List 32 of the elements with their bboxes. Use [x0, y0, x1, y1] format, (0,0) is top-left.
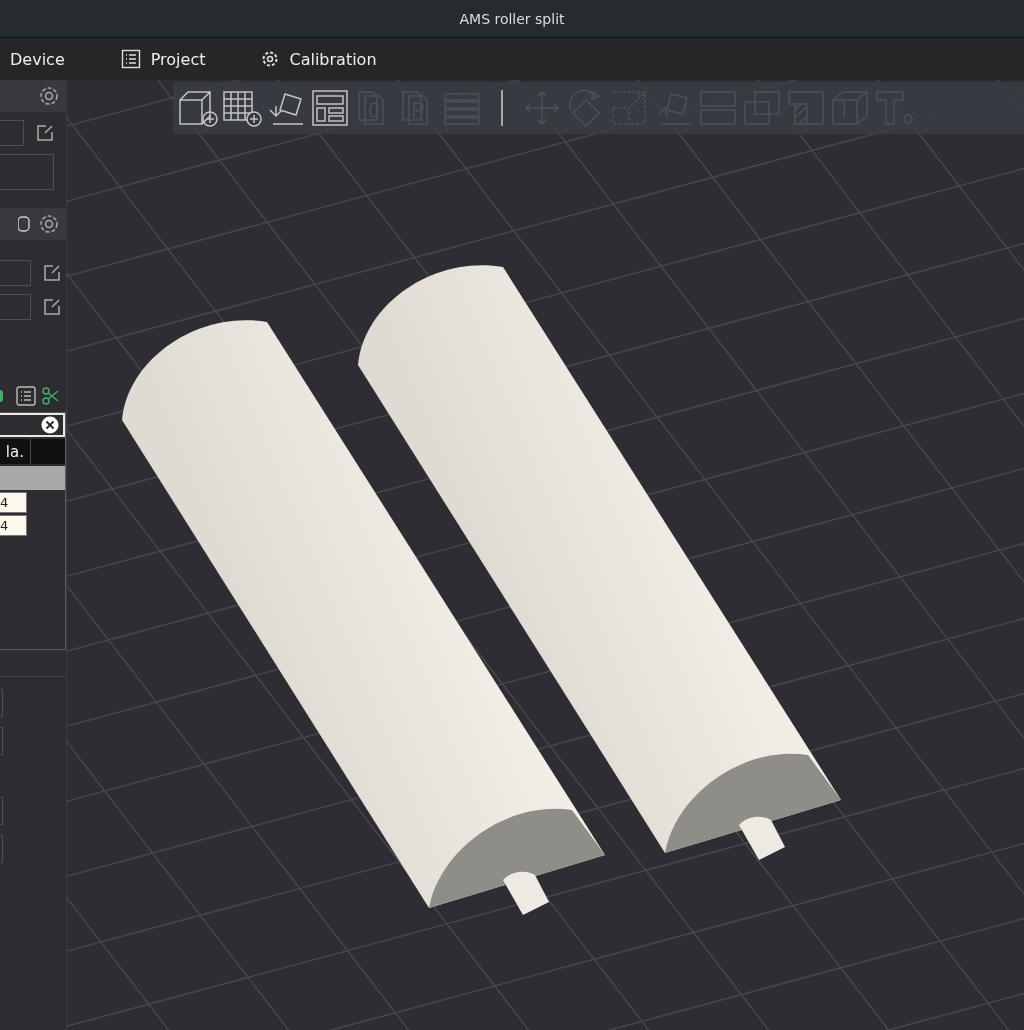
list-icon — [120, 49, 141, 69]
menu-tab[interactable]: Project — [110, 49, 216, 69]
input-field[interactable] — [0, 835, 3, 863]
add-plate-icon[interactable] — [221, 88, 263, 128]
input-field[interactable] — [0, 120, 24, 146]
sync-icon[interactable] — [18, 215, 30, 233]
scissors-icon[interactable] — [42, 387, 60, 405]
search-field[interactable] — [0, 413, 65, 437]
menu-tab[interactable]: Device — [0, 49, 75, 69]
gear-icon — [261, 50, 280, 68]
settings-icon[interactable] — [38, 213, 60, 235]
input-field[interactable] — [0, 797, 3, 825]
clear-icon[interactable] — [41, 416, 59, 434]
input-field[interactable] — [0, 294, 31, 320]
selected-row[interactable] — [0, 466, 65, 490]
input-field[interactable] — [0, 154, 54, 190]
input-field[interactable] — [0, 727, 3, 755]
add-cube-icon[interactable] — [177, 88, 219, 128]
column-header: la. — [0, 439, 31, 464]
toolbar-separator — [501, 90, 503, 126]
settings-icon[interactable] — [38, 85, 60, 107]
arrange-icon[interactable] — [309, 88, 351, 128]
edit-icon[interactable] — [43, 264, 61, 282]
table-cell[interactable]: 4 — [0, 515, 27, 536]
edit-icon[interactable] — [36, 124, 54, 142]
menu-tab[interactable]: Calibration — [251, 49, 387, 69]
edit-icon[interactable] — [43, 298, 61, 316]
window-title: AMS roller split — [459, 10, 565, 27]
list-icon[interactable] — [16, 386, 36, 406]
input-field[interactable] — [0, 689, 3, 717]
input-field[interactable] — [0, 260, 31, 286]
table-cell[interactable]: 4 — [0, 492, 27, 513]
